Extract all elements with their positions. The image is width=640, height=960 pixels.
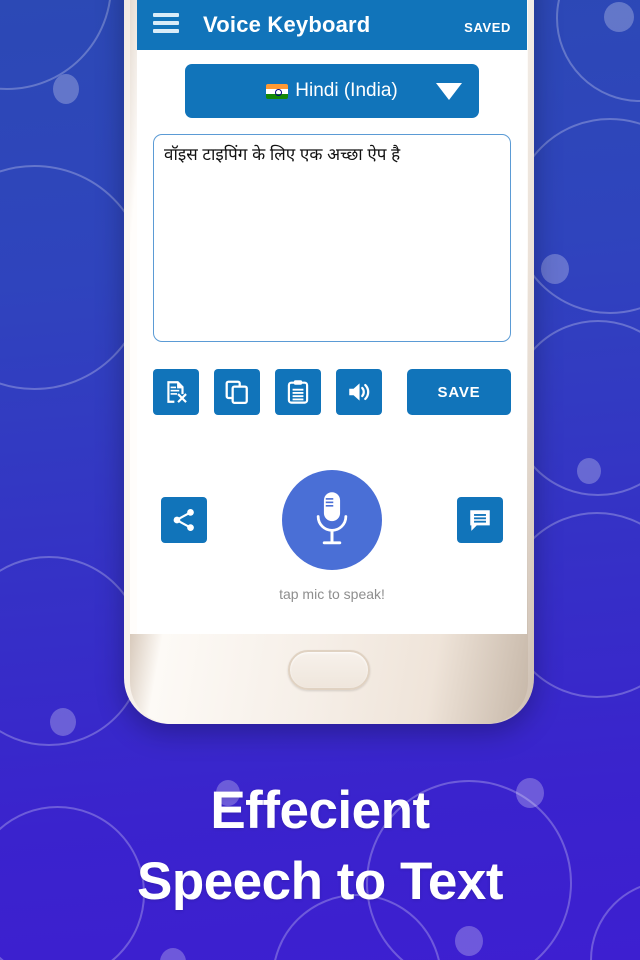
microphone-icon [316,492,348,545]
save-button[interactable]: SAVE [407,369,511,415]
status-badge: SAVED [464,20,511,35]
mic-button[interactable] [282,470,382,570]
language-selector-wrap: Hindi (India) [137,50,527,118]
promo-headline: Effecient Speech to Text [0,775,640,917]
mic-row [137,415,527,570]
action-button-row: SAVE [137,347,527,415]
speaker-volume-icon [349,383,370,401]
phone-screen: Voice Keyboard SAVED Hindi (India) वॉइस … [137,0,527,634]
deco-dot [53,74,79,104]
chevron-down-icon[interactable] [436,82,462,100]
promo-line-2: Speech to Text [136,852,504,912]
speak-button[interactable] [336,369,382,415]
deco-dot [577,458,601,484]
clear-text-button[interactable] [153,369,199,415]
phone-chin [130,634,528,724]
deco-dot [455,926,483,956]
speech-text-input[interactable] [153,134,511,342]
language-select-value: Hindi (India) [295,80,398,101]
deco-ring [0,0,112,90]
clipboard-paste-icon [287,380,309,404]
india-flag-icon [266,83,289,99]
chat-bubble-icon [470,510,490,531]
deco-ring [0,556,144,746]
deco-dot [50,708,76,736]
language-select[interactable]: Hindi (India) [185,64,479,118]
language-select-label: Hindi (India) [266,80,398,102]
hamburger-menu-icon[interactable] [153,13,179,33]
text-output-wrap [137,118,527,347]
copy-button[interactable] [214,369,260,415]
deco-dot [541,254,569,284]
document-clear-icon [167,381,187,403]
page-title: Voice Keyboard [203,12,371,37]
copy-icon [225,380,248,404]
phone-mockup: Voice Keyboard SAVED Hindi (India) वॉइस … [124,0,534,724]
app-header: Voice Keyboard SAVED [137,0,527,50]
deco-ring [556,0,640,102]
deco-dot [604,2,634,32]
chat-button[interactable] [457,497,503,543]
share-icon [173,509,194,531]
paste-button[interactable] [275,369,321,415]
share-button[interactable] [161,497,207,543]
promo-line-1: Effecient [210,781,430,840]
mic-hint-text: tap mic to speak! [279,586,385,602]
home-button[interactable] [288,650,370,690]
deco-dot [160,948,186,960]
phone-bezel: Voice Keyboard SAVED Hindi (India) वॉइस … [130,0,528,662]
